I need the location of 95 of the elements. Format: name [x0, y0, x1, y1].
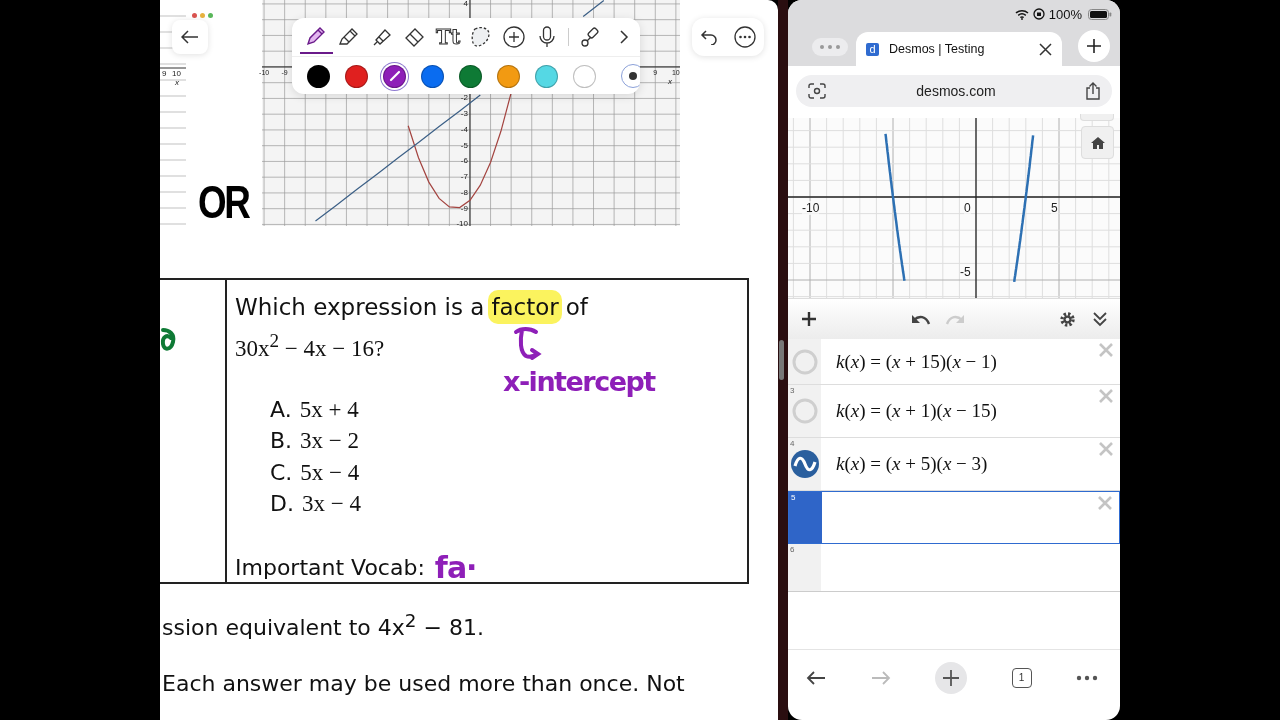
axis-tick-label: -2	[459, 93, 468, 104]
plus-icon[interactable]	[801, 311, 817, 327]
undo-icon[interactable]	[911, 313, 931, 325]
text-tool[interactable]: Tt	[431, 20, 465, 54]
share-icon[interactable]	[1086, 82, 1100, 100]
option-letter: B.	[270, 427, 293, 456]
wifi-icon	[1014, 8, 1029, 20]
close-icon[interactable]	[1039, 42, 1052, 56]
back-arrow-icon	[181, 30, 199, 44]
question-text: of	[565, 293, 588, 322]
axis-tick-label: 10	[172, 69, 181, 79]
plus-icon	[1086, 38, 1102, 54]
address-bar[interactable]: desmos.com	[796, 75, 1112, 107]
new-tab-button[interactable]	[935, 662, 967, 694]
add-icon	[501, 25, 526, 49]
split-view-handle[interactable]	[779, 340, 784, 380]
color-swatch[interactable]	[535, 64, 558, 88]
axis-tick-label: 9	[162, 69, 167, 79]
expression-formula: k(x) = (x + 5)(x − 3)	[836, 453, 988, 475]
axis-name: x	[668, 76, 672, 87]
more-icon[interactable]	[734, 26, 756, 48]
new-tab-button[interactable]	[1078, 30, 1110, 62]
ink-scribble-drawing	[160, 326, 178, 352]
expression-row[interactable]: 3 k(x) = (x + 1)(x − 15)	[788, 385, 1120, 438]
option-expression: 5x + 4	[299, 395, 359, 424]
battery-percentage: 100%	[1048, 6, 1082, 22]
axis-tick-label: -4	[459, 124, 468, 135]
axis-tick-label: -6	[459, 156, 468, 167]
hidden-toggle-icon[interactable]	[791, 348, 818, 375]
undo-icon[interactable]	[700, 29, 718, 45]
lasso-icon	[469, 25, 493, 49]
expression-number: 4	[790, 439, 795, 448]
chevron-right-icon	[617, 29, 630, 45]
empty-expression-row[interactable]: 6	[788, 544, 1120, 591]
question-text: ssion equivalent to 4x$^{2}$ − 81.	[162, 609, 485, 643]
axis-tick-label: 0	[964, 201, 971, 215]
option-expression: 3x − 2	[300, 427, 360, 456]
color-swatch[interactable]	[345, 64, 368, 88]
wave-icon[interactable]	[789, 449, 820, 479]
vocab-label: Important Vocab:	[235, 554, 425, 580]
axis-tick-label: -8	[459, 187, 468, 198]
url-text: desmos.com	[916, 83, 996, 99]
expression-number: 5	[791, 493, 796, 502]
color-swatch[interactable]	[307, 64, 330, 88]
rotation-lock-icon	[1032, 8, 1045, 20]
option-letter: A.	[270, 395, 292, 424]
color-swatch[interactable]	[497, 64, 520, 88]
option-expression: 3x − 4	[301, 490, 361, 519]
color-swatch[interactable]	[421, 64, 444, 88]
axis-name: x	[175, 78, 179, 88]
tab-title: Desmos | Testing	[889, 42, 986, 56]
color-swatch[interactable]	[383, 64, 406, 88]
expression-row[interactable]: k(x) = (x + 15)(x − 1)	[788, 339, 1120, 385]
home-button[interactable]	[1081, 126, 1114, 159]
axis-tick-label: -10	[802, 201, 820, 215]
expression-number: 3	[790, 386, 795, 395]
handwritten-note: fa·	[434, 549, 477, 585]
site-favicon: d	[866, 42, 879, 56]
more-icon[interactable]	[1076, 675, 1098, 681]
plus-icon	[942, 669, 960, 687]
browser-tab[interactable]: d Desmos | Testing	[856, 32, 1062, 66]
axis-tick-label: 5	[1051, 201, 1058, 215]
option-letter: D.	[270, 490, 294, 519]
axis-tick-label: -10	[455, 219, 468, 230]
or-label: OR	[198, 176, 249, 228]
double-chevron-icon[interactable]	[1092, 310, 1108, 327]
settings-icon[interactable]	[1059, 310, 1076, 328]
axis-tick-label: 4	[462, 0, 468, 9]
option-expression: 5x − 4	[300, 458, 360, 487]
hidden-toggle-icon[interactable]	[791, 398, 818, 424]
expression-formula: k(x) = (x + 1)(x − 15)	[836, 400, 997, 422]
camera-scan-icon	[808, 83, 826, 99]
axis-tick-label: -9	[459, 203, 468, 214]
highlighted-word: factor	[488, 290, 562, 324]
axis-tick-label: -5	[960, 265, 971, 279]
question-expression: 30x$^{2}$ − 4x − 16?	[235, 329, 385, 363]
expression-formula: k(x) = (x + 15)(x − 1)	[836, 350, 997, 373]
handwritten-note: x-intercept	[503, 366, 655, 397]
expression-number: 6	[790, 545, 795, 554]
back-button[interactable]	[172, 20, 208, 54]
expression-row[interactable]: 4 k(x) = (x + 5)(x − 3)	[788, 438, 1120, 491]
back-arrow-icon[interactable]	[806, 670, 826, 686]
expression-row[interactable]: 5	[788, 491, 1120, 544]
battery-icon	[1088, 8, 1112, 20]
question-text: Which expression is a	[235, 293, 485, 322]
option-letter: C.	[270, 458, 293, 487]
tab-count-button[interactable]: 1	[1011, 668, 1032, 688]
home-icon	[1090, 136, 1105, 149]
color-swatch[interactable]	[573, 64, 596, 88]
axis-tick-label: -5	[459, 140, 468, 151]
axis-tick-label: -7	[459, 172, 468, 183]
pencil-icon	[388, 70, 401, 82]
instruction-text: Each answer may be used more than once. Not	[162, 670, 686, 699]
axis-tick-label: -3	[459, 109, 468, 120]
color-swatch[interactable]	[459, 64, 482, 88]
